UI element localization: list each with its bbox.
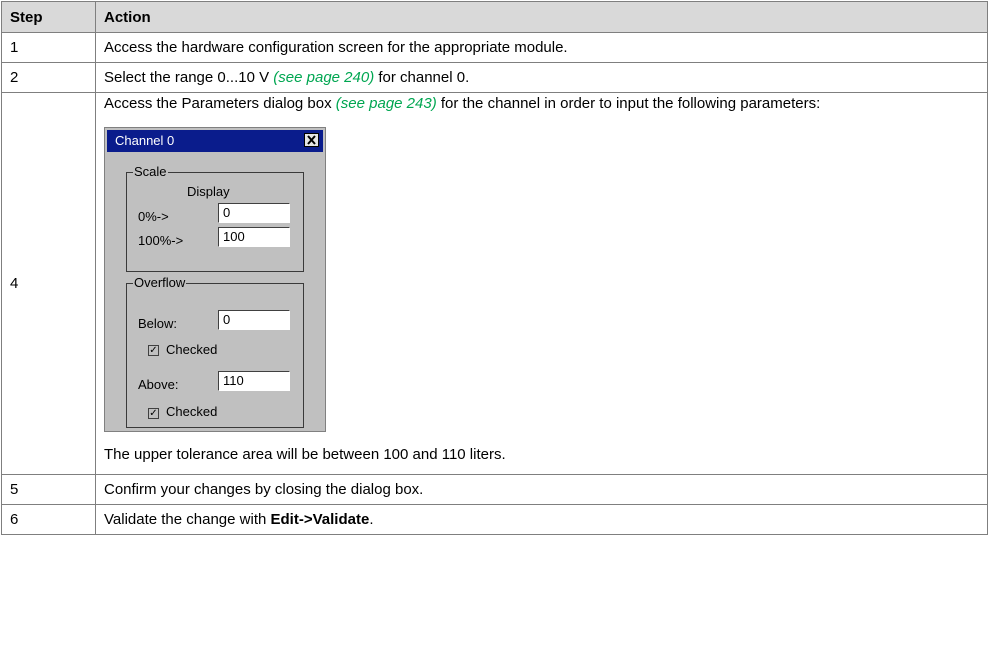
scale-hundred-input[interactable]: 100	[218, 227, 290, 247]
table-row: 1 Access the hardware configuration scre…	[1, 32, 988, 63]
step-number: 4	[1, 92, 96, 475]
above-checkbox[interactable]: ✓	[148, 408, 159, 419]
close-button[interactable]	[304, 133, 319, 147]
action-cell: Validate the change with Edit->Validate.	[95, 504, 988, 535]
menu-command: Edit->Validate	[270, 511, 370, 528]
dialog-title: Channel 0	[115, 133, 175, 148]
scale-group: Scale Display 0%-> 0 100%-> 100	[126, 164, 304, 272]
table-row: 2 Select the range 0...10 V (see page 24…	[1, 62, 988, 93]
header-step: Step	[1, 1, 96, 33]
channel-dialog: Channel 0 Scale Display 0%-> 0 100%-> 10…	[104, 127, 326, 432]
steps-table: Step Action 1 Access the hardware config…	[1, 1, 988, 535]
hundred-percent-label: 100%->	[138, 233, 184, 248]
overflow-legend: Overflow	[133, 275, 187, 290]
action-text: Select the range 0...10 V	[104, 69, 274, 86]
action-text: .	[369, 511, 374, 528]
scale-zero-input[interactable]: 0	[218, 203, 290, 223]
table-row: 5 Confirm your changes by closing the di…	[1, 474, 988, 505]
below-checked-label: Checked	[166, 342, 218, 357]
step-number: 5	[1, 474, 96, 505]
step-number: 1	[1, 32, 96, 63]
above-label: Above:	[138, 377, 179, 392]
action-text: Validate the change with	[104, 511, 271, 528]
action-paragraph: Access the Parameters dialog box (see pa…	[104, 93, 979, 115]
above-checked-label: Checked	[166, 404, 218, 419]
page-reference-link[interactable]: (see page 243)	[336, 95, 437, 112]
action-text: Confirm your changes by closing the dial…	[95, 474, 988, 505]
table-row: 6 Validate the change with Edit->Validat…	[1, 504, 988, 535]
checkmark-icon: ✓	[149, 408, 158, 419]
display-label: Display	[187, 184, 230, 199]
action-text: for the channel in order to input the fo…	[436, 95, 821, 112]
scale-legend: Scale	[133, 164, 168, 179]
below-checkbox[interactable]: ✓	[148, 345, 159, 356]
table-row: 4 Access the Parameters dialog box (see …	[1, 92, 988, 475]
action-text: for channel 0.	[374, 69, 470, 86]
close-x-icon	[307, 135, 316, 145]
below-input[interactable]: 0	[218, 310, 290, 330]
page-reference-link[interactable]: (see page 240)	[273, 69, 374, 86]
tolerance-note: The upper tolerance area will be between…	[104, 446, 506, 463]
above-input[interactable]: 110	[218, 371, 290, 391]
below-label: Below:	[138, 316, 178, 331]
action-cell: Select the range 0...10 V (see page 240)…	[95, 62, 988, 93]
action-text: Access the hardware configuration screen…	[95, 32, 988, 63]
step-number: 2	[1, 62, 96, 93]
dialog-title-bar[interactable]: Channel 0	[107, 130, 323, 152]
overflow-group: Overflow Below: 0 ✓ Checked Above: 110 ✓ Checked	[126, 275, 304, 428]
action-cell: Access the Parameters dialog box (see pa…	[95, 92, 988, 475]
zero-percent-label: 0%->	[138, 209, 169, 224]
checkmark-icon: ✓	[149, 345, 158, 356]
header-action: Action	[95, 1, 988, 33]
table-header-row: Step Action	[1, 1, 988, 33]
action-text: Access the Parameters dialog box	[104, 95, 336, 112]
step-number: 6	[1, 504, 96, 535]
